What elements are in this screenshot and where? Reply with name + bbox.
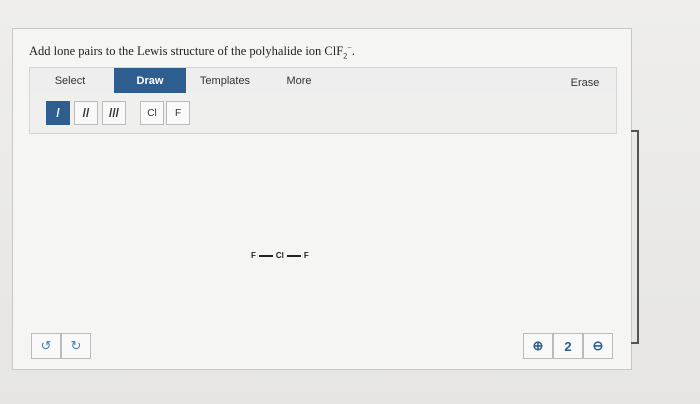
tab-more[interactable]: More bbox=[274, 68, 324, 94]
draw-toolrow: / // /// Cl F bbox=[29, 93, 617, 134]
tab-select[interactable]: Select bbox=[40, 68, 100, 94]
undo-redo-group: ↺ ↻ bbox=[31, 333, 91, 359]
tab-templates[interactable]: Templates bbox=[190, 68, 260, 94]
question-suffix: . bbox=[351, 44, 355, 59]
atom-left-f[interactable]: F bbox=[251, 251, 256, 260]
triple-bond-button[interactable]: /// bbox=[102, 101, 126, 125]
atom-center-cl[interactable]: Cl bbox=[276, 251, 284, 260]
ion-bracket-right bbox=[631, 130, 639, 344]
atom-f-button[interactable]: F bbox=[166, 101, 190, 125]
zoom-reset-icon[interactable]: 2 bbox=[553, 333, 583, 359]
tab-draw[interactable]: Draw bbox=[114, 68, 186, 94]
bond-left[interactable] bbox=[258, 254, 273, 257]
zoom-controls: ⊕ 2 ⊖ bbox=[523, 333, 613, 359]
lewis-structure[interactable]: F Cl F bbox=[251, 251, 309, 260]
ion-base: ClF bbox=[324, 44, 344, 59]
question-panel: Add lone pairs to the Lewis structure of… bbox=[12, 28, 632, 370]
ion-count: 2 bbox=[343, 51, 348, 61]
redo-icon[interactable]: ↻ bbox=[61, 333, 91, 359]
drawing-canvas[interactable]: F Cl F bbox=[29, 133, 615, 363]
question-prefix: Add lone pairs to the Lewis structure of… bbox=[29, 44, 325, 59]
single-bond-button[interactable]: / bbox=[46, 101, 70, 125]
undo-icon[interactable]: ↺ bbox=[31, 333, 61, 359]
page-background: Add lone pairs to the Lewis structure of… bbox=[0, 0, 700, 404]
double-bond-button[interactable]: // bbox=[74, 101, 98, 125]
question-text: Add lone pairs to the Lewis structure of… bbox=[29, 43, 355, 61]
zoom-in-icon[interactable]: ⊕ bbox=[523, 333, 553, 359]
zoom-out-icon[interactable]: ⊖ bbox=[583, 333, 613, 359]
ion-formula: ClF2− bbox=[324, 43, 351, 61]
bond-right[interactable] bbox=[286, 254, 301, 257]
editor-tabbar: Select Draw Templates More Erase bbox=[29, 67, 617, 95]
atom-right-f[interactable]: F bbox=[304, 251, 309, 260]
atom-cl-button[interactable]: Cl bbox=[140, 101, 164, 125]
